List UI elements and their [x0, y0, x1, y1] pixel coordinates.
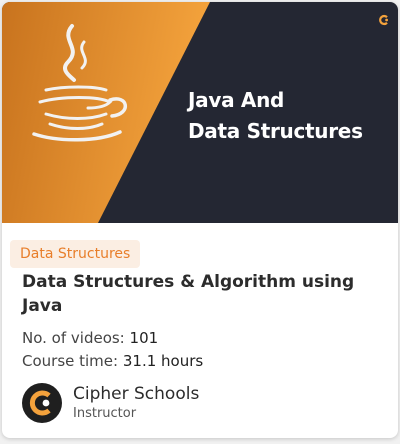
cipher-schools-logo-icon: [379, 14, 388, 26]
instructor-role: Instructor: [73, 406, 137, 421]
banner-line-2: Data Structures: [188, 119, 363, 143]
course-time-value: 31.1 hours: [122, 352, 204, 370]
banner-heading: Java And Data Structures: [188, 85, 393, 147]
course-time-label: Course time:: [22, 352, 119, 370]
course-thumbnail[interactable]: Java And Data Structures: [2, 2, 398, 223]
course-time: Course time: 31.1 hours: [22, 351, 203, 371]
course-card[interactable]: Java And Data Structures Data Structures…: [2, 2, 398, 438]
category-badge: Data Structures: [10, 240, 141, 268]
video-count-label: No. of videos:: [22, 329, 125, 347]
instructor-name: Cipher Schools: [73, 384, 200, 404]
video-count: No. of videos: 101: [22, 328, 158, 348]
video-count-value: 101: [129, 329, 159, 347]
cipher-schools-avatar-icon: [22, 383, 62, 423]
course-title[interactable]: Data Structures & Algorithm using Java: [22, 270, 382, 318]
banner-line-1: Java And: [188, 88, 285, 112]
